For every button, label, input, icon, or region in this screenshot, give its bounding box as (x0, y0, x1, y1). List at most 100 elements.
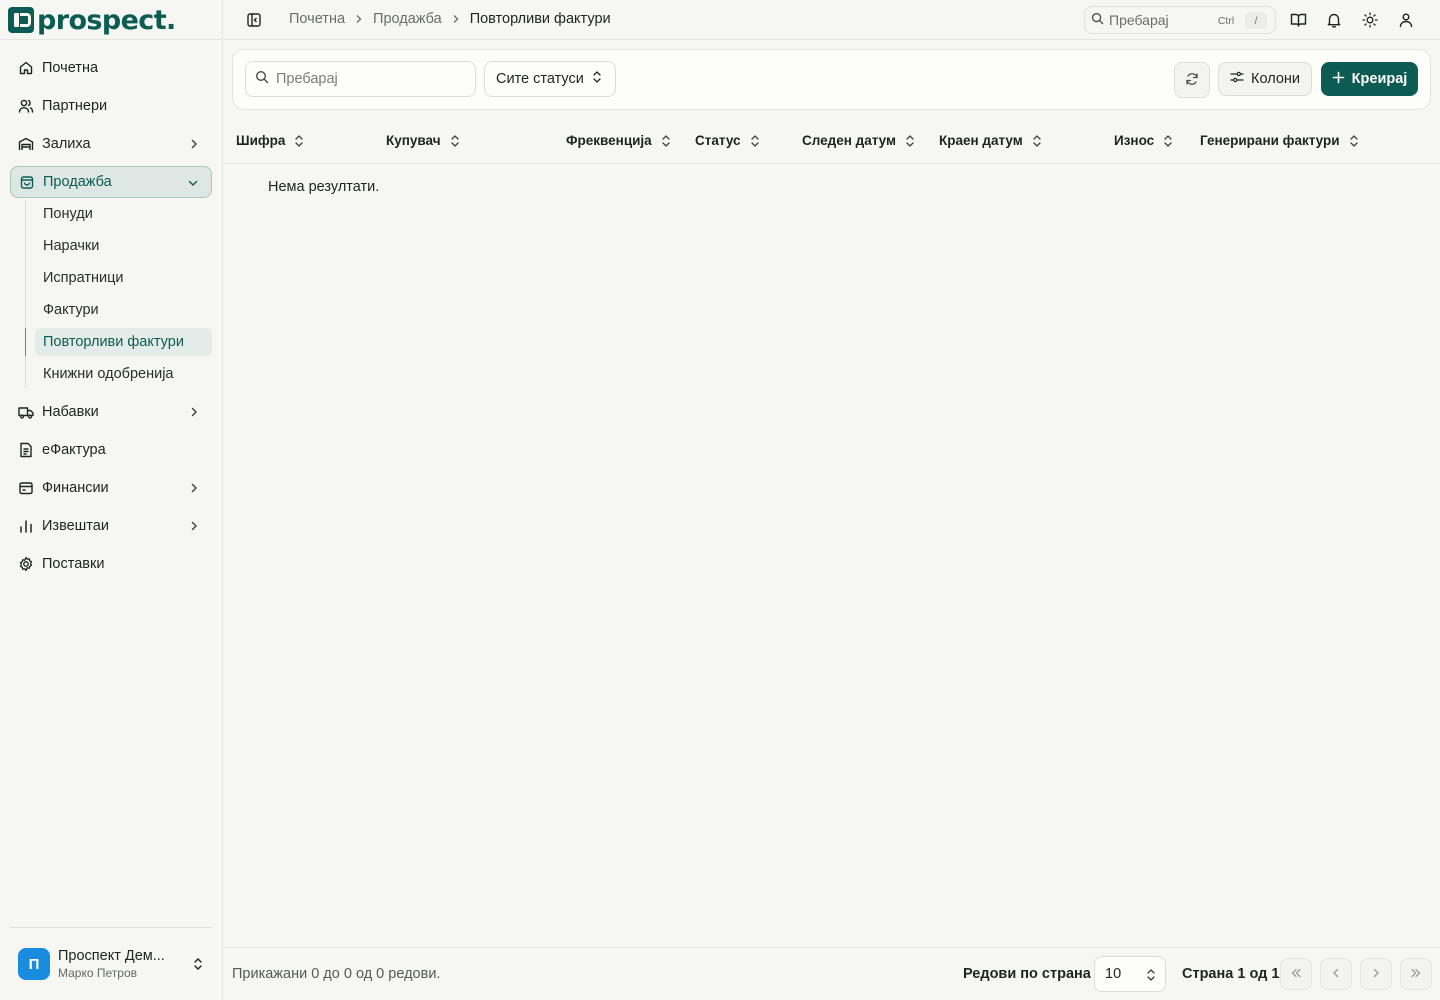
sidebar-item-label: Почетна (42, 60, 99, 76)
create-button-label: Креирај (1351, 71, 1408, 87)
brand-name: prospect. (37, 4, 176, 36)
column-header-amount[interactable]: Износ (1114, 133, 1174, 148)
rows-per-page-value: 10 (1105, 966, 1122, 982)
column-header-label: Генерирани фактури (1200, 133, 1340, 148)
sort-icon (293, 134, 305, 148)
column-header-label: Шифра (236, 133, 286, 148)
sidebar-item-settings[interactable]: Поставки (10, 548, 212, 580)
sidebar-item-label: Продажба (43, 174, 112, 190)
column-header-frequency[interactable]: Фреквенција (566, 133, 672, 148)
global-search-input[interactable]: Пребарај Ctrl / (1084, 6, 1276, 34)
chevron-right-icon (186, 404, 202, 420)
global-search-placeholder: Пребарај (1109, 12, 1169, 28)
search-icon (1091, 12, 1104, 28)
gear-icon (18, 556, 34, 572)
book-icon[interactable] (1289, 11, 1307, 29)
column-header-label: Фреквенција (566, 133, 652, 148)
shortcut-key-slash: / (1245, 12, 1267, 29)
sidebar-divider (10, 927, 212, 928)
table-header: Шифра Купувач Фреквенција Статус Следен … (224, 120, 1440, 164)
sidebar-item-label: Залиха (42, 136, 91, 152)
sidebar-subitem-recurring-invoices[interactable]: Повторливи фактури (35, 328, 212, 356)
sidebar-item-finance[interactable]: Финансии (10, 472, 212, 504)
sidebar-item-purchases[interactable]: Набавки (10, 396, 212, 428)
column-header-label: Краен датум (939, 133, 1023, 148)
sun-icon[interactable] (1361, 11, 1379, 29)
refresh-button[interactable] (1174, 62, 1210, 98)
rows-summary: Прикажани 0 до 0 од 0 редови. (232, 966, 441, 982)
last-page-button[interactable] (1400, 958, 1432, 990)
plus-icon (1332, 71, 1345, 88)
sort-icon (1348, 134, 1360, 148)
sidebar-item-label: Извештаи (42, 518, 109, 534)
column-header-buyer[interactable]: Купувач (386, 133, 461, 148)
sidebar-divider (0, 39, 222, 40)
breadcrumb: Почетна Продажба Повторливи фактури (289, 11, 611, 27)
document-icon (18, 442, 34, 458)
wallet-icon (18, 480, 34, 496)
sort-icon (449, 134, 461, 148)
table-search-input[interactable]: Пребарај (245, 61, 476, 97)
next-page-button[interactable] (1360, 958, 1392, 990)
sidebar-item-label: Финансии (42, 480, 109, 496)
create-button[interactable]: Креирај (1321, 62, 1418, 96)
status-filter-select[interactable]: Сите статуси (484, 61, 616, 97)
breadcrumb-home[interactable]: Почетна (289, 11, 345, 27)
sidebar-subitem-quotes[interactable]: Понуди (35, 200, 212, 228)
column-header-next-date[interactable]: Следен датум (802, 133, 916, 148)
table-search-placeholder: Пребарај (276, 71, 338, 87)
sidebar-item-label: еФактура (42, 442, 106, 458)
chevron-right-icon (452, 14, 460, 24)
first-page-button[interactable] (1280, 958, 1312, 990)
status-filter-value: Сите статуси (496, 71, 584, 87)
columns-button-label: Колони (1251, 71, 1300, 87)
refresh-icon (1185, 72, 1199, 89)
sidebar-item-einvoice[interactable]: еФактура (10, 434, 212, 466)
submenu-active-marker (25, 328, 26, 356)
chevrons-right-icon (1410, 966, 1422, 982)
logo-mark-icon (8, 7, 34, 33)
sidebar-item-inventory[interactable]: Залиха (10, 128, 212, 160)
chevron-right-icon (186, 518, 202, 534)
sidebar-subitem-orders[interactable]: Нарачки (35, 232, 212, 260)
column-header-label: Статус (695, 133, 741, 148)
sidebar-subitem-delivery-notes[interactable]: Испратници (35, 264, 212, 292)
rows-per-page-label: Редови по страна (963, 966, 1091, 982)
user-icon[interactable] (1397, 11, 1415, 29)
rows-per-page-select[interactable]: 10 (1094, 956, 1166, 992)
chevron-right-icon (355, 14, 363, 24)
sidebar-item-label: Набавки (42, 404, 99, 420)
column-header-generated-invoices[interactable]: Генерирани фактури (1200, 133, 1360, 148)
bell-icon[interactable] (1325, 11, 1343, 29)
sidebar-item-sales[interactable]: Продажба (10, 166, 212, 198)
sidebar-subitem-credit-notes[interactable]: Книжни одобренија (35, 360, 212, 388)
column-header-label: Износ (1114, 133, 1155, 148)
brand-logo[interactable]: prospect. (8, 4, 176, 36)
page-indicator: Страна 1 од 1 (1182, 966, 1280, 982)
columns-button[interactable]: Колони (1218, 62, 1312, 96)
sort-icon (1031, 134, 1043, 148)
previous-page-button[interactable] (1320, 958, 1352, 990)
empty-state-message: Нема резултати. (268, 179, 380, 195)
chevrons-up-down-icon (192, 956, 204, 975)
shopping-bag-icon (19, 174, 35, 190)
column-header-code[interactable]: Шифра (236, 133, 305, 148)
chevron-left-icon (1330, 966, 1342, 982)
sidebar-toggle-icon[interactable] (246, 12, 262, 28)
chevron-down-icon (185, 175, 201, 191)
column-header-label: Следен датум (802, 133, 896, 148)
sidebar-item-label: Поставки (42, 556, 105, 572)
users-icon (18, 98, 34, 114)
sidebar-item-reports[interactable]: Извештаи (10, 510, 212, 542)
sidebar-subitem-invoices[interactable]: Фактури (35, 296, 212, 324)
column-header-status[interactable]: Статус (695, 133, 761, 148)
breadcrumb-sales[interactable]: Продажба (373, 11, 442, 27)
sidebar-item-home[interactable]: Почетна (10, 52, 212, 84)
search-icon (255, 70, 269, 88)
submenu-guide-line (25, 200, 26, 388)
organization-switcher[interactable]: П Проспект Дем... Марко Петров (10, 940, 212, 988)
sort-icon (749, 134, 761, 148)
filter-toolbar: Пребарај Сите статуси Колони Креирај (232, 49, 1431, 110)
sidebar-item-partners[interactable]: Партнери (10, 90, 212, 122)
column-header-end-date[interactable]: Краен датум (939, 133, 1043, 148)
